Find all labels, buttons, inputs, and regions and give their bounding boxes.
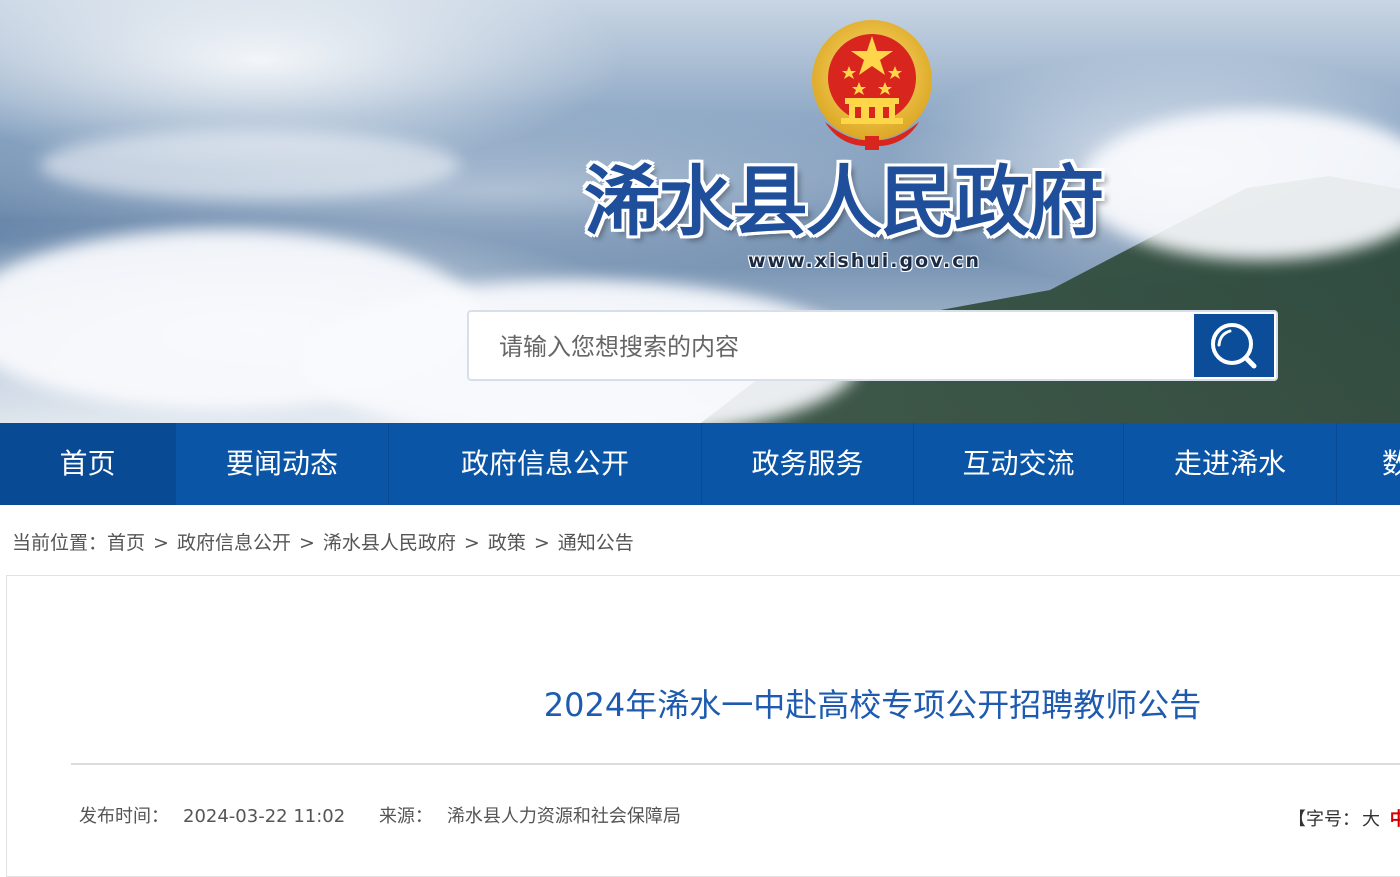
national-emblem-icon [812, 20, 932, 150]
nav-item-interaction[interactable]: 互动交流 [914, 423, 1124, 505]
search-bar [467, 310, 1278, 381]
breadcrumb-item[interactable]: 政策 [488, 532, 526, 554]
article-meta: 发布时间： 2024-03-22 11:02 来源： 浠水县人力资源和社会保障局 [79, 802, 709, 828]
breadcrumb-separator: > [463, 532, 480, 554]
site-title: 浠水县人民政府 [584, 157, 1104, 246]
font-size-switcher: 【字号：大 中 [1288, 805, 1400, 831]
source-label: 来源： [378, 806, 433, 827]
breadcrumb-separator: > [153, 532, 169, 554]
site-url: www.xishui.gov.cn [748, 250, 982, 272]
search-button[interactable] [1194, 314, 1274, 377]
search-input[interactable] [497, 312, 1201, 381]
article-title: 2024年浠水一中赴高校专项公开招聘教师公告 [543, 686, 1202, 724]
banner-cloud [40, 130, 460, 200]
nav-item-gov-info[interactable]: 政府信息公开 [389, 423, 702, 505]
publish-time-label: 发布时间： [79, 806, 169, 827]
breadcrumb-item[interactable]: 通知公告 [558, 532, 634, 554]
breadcrumb-separator: > [533, 532, 550, 554]
search-icon [1211, 323, 1257, 369]
breadcrumb-item[interactable]: 首页 [107, 532, 145, 554]
font-size-large[interactable]: 大 [1362, 809, 1380, 830]
nav-item-about-xishui[interactable]: 走进浠水 [1124, 423, 1337, 505]
breadcrumb-separator: > [298, 532, 315, 554]
main-nav: 首页 要闻动态 政府信息公开 政务服务 互动交流 走进浠水 数 [0, 423, 1400, 505]
article-source: 浠水县人力资源和社会保障局 [446, 806, 681, 827]
breadcrumb-item[interactable]: 政府信息公开 [177, 532, 291, 554]
breadcrumb-prefix: 当前位置： [12, 532, 108, 554]
publish-time: 2024-03-22 11:02 [183, 806, 346, 827]
font-size-medium[interactable]: 中 [1390, 809, 1400, 830]
breadcrumb-item[interactable]: 浠水县人民政府 [323, 532, 456, 554]
article-container [6, 575, 1400, 877]
nav-item-home[interactable]: 首页 [0, 423, 176, 505]
header-banner: 浠水县人民政府 www.xishui.gov.cn [0, 0, 1400, 423]
title-divider [71, 763, 1400, 765]
nav-item-news[interactable]: 要闻动态 [176, 423, 389, 505]
nav-item-data[interactable]: 数 [1337, 423, 1400, 505]
font-size-prefix: 【字号： [1288, 809, 1360, 830]
nav-item-services[interactable]: 政务服务 [702, 423, 914, 505]
breadcrumb: 当前位置：首页 > 政府信息公开 > 浠水县人民政府 > 政策 > 通知公告 [12, 528, 634, 555]
